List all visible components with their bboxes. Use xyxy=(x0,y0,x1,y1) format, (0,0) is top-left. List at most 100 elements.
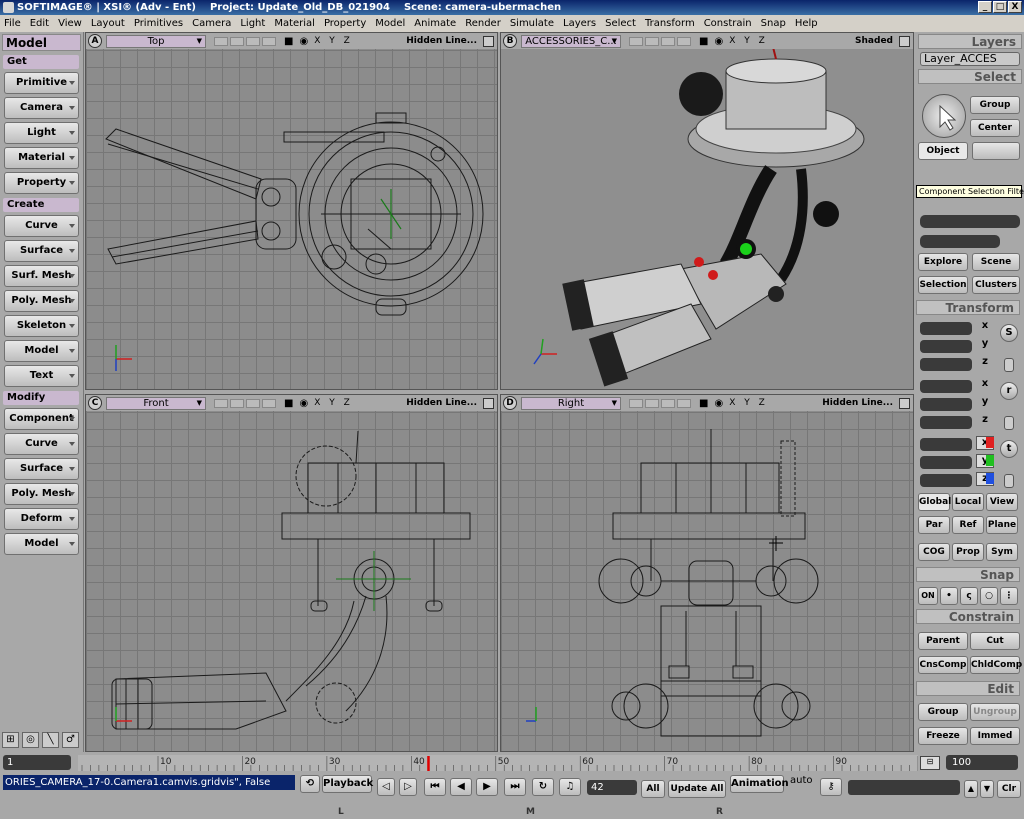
snap-curve-icon[interactable]: ς xyxy=(960,587,978,605)
explore-button[interactable]: Explore xyxy=(918,253,968,271)
transform-sx-field[interactable] xyxy=(920,322,972,335)
parent-button[interactable]: Parent xyxy=(918,632,968,650)
clear-button[interactable]: Clr xyxy=(997,780,1021,798)
menu-material[interactable]: Material xyxy=(274,18,315,29)
transform-s-toggle[interactable]: S xyxy=(1000,324,1018,342)
snap-on-button[interactable]: ON xyxy=(918,587,938,605)
xyz-toggle[interactable]: X Y Z xyxy=(314,398,353,408)
transform-ty-field[interactable] xyxy=(920,456,972,469)
menu-primitives[interactable]: Primitives xyxy=(134,18,183,29)
all-button[interactable]: All xyxy=(641,780,665,798)
selection-button[interactable]: Selection xyxy=(918,276,968,294)
get-primitive-button[interactable]: Primitive xyxy=(4,72,79,94)
animation-field[interactable] xyxy=(848,780,960,795)
animate-toolbar-icon[interactable]: ♂ xyxy=(62,732,79,748)
transform-sz-field[interactable] xyxy=(920,358,972,371)
select-group-button[interactable]: Group xyxy=(970,96,1020,114)
transform-s-y-label[interactable]: y xyxy=(976,338,994,352)
key-icon[interactable]: ⚷ xyxy=(820,778,842,796)
transform-r-x-label[interactable]: x xyxy=(976,378,994,392)
create-surf-mesh-button[interactable]: Surf. Mesh xyxy=(4,265,79,287)
memo-slot[interactable] xyxy=(262,398,276,408)
eye-icon[interactable]: ◉ xyxy=(299,36,308,47)
render-toolbar-icon[interactable]: ◎ xyxy=(22,732,39,748)
select-filter-button[interactable] xyxy=(972,142,1020,160)
prop-button[interactable]: Prop xyxy=(952,543,984,561)
first-frame-icon[interactable]: ⏮ xyxy=(424,778,446,796)
transform-t-toggle[interactable]: t xyxy=(1000,440,1018,458)
transform-t-options-icon[interactable] xyxy=(1004,474,1014,488)
memo-slot[interactable] xyxy=(645,398,659,408)
menu-animate[interactable]: Animate xyxy=(414,18,456,29)
memo-slot[interactable] xyxy=(230,398,244,408)
menu-constrain[interactable]: Constrain xyxy=(704,18,752,29)
camera-icon[interactable]: ■ xyxy=(284,398,293,409)
current-layer-field[interactable]: Layer_ACCES xyxy=(920,52,1020,66)
maximize-viewport-icon[interactable] xyxy=(899,397,910,409)
viewport-a-display-mode[interactable]: Hidden Line... xyxy=(406,36,477,46)
maximize-viewport-icon[interactable] xyxy=(483,35,494,47)
menu-model[interactable]: Model xyxy=(375,18,405,29)
memo-slot[interactable] xyxy=(645,36,659,46)
close-button[interactable]: X xyxy=(1008,1,1022,13)
memo-slot[interactable] xyxy=(661,36,675,46)
step-back-icon[interactable]: ◀ xyxy=(450,778,472,796)
create-skeleton-button[interactable]: Skeleton xyxy=(4,315,79,337)
create-text-button[interactable]: Text xyxy=(4,365,79,387)
command-line[interactable]: ORIES_CAMERA_17-0.Camera1.camvis.gridvis… xyxy=(3,775,295,790)
viewport-a-camera-menu[interactable]: Top xyxy=(106,34,206,48)
current-frame-field[interactable]: 42 xyxy=(587,780,637,795)
viewport-b-letter[interactable]: B xyxy=(503,34,517,48)
transform-s-z-label[interactable]: z xyxy=(976,356,994,370)
transform-ry-field[interactable] xyxy=(920,398,972,411)
camera-icon[interactable]: ■ xyxy=(699,36,708,47)
paint-toolbar-icon[interactable]: ╲ xyxy=(42,732,59,748)
viewport-c-display-mode[interactable]: Hidden Line... xyxy=(406,398,477,408)
menu-edit[interactable]: Edit xyxy=(30,18,49,29)
sym-button[interactable]: Sym xyxy=(986,543,1018,561)
select-object-button[interactable]: Object xyxy=(918,142,968,160)
viewport-c-camera-menu[interactable]: Front xyxy=(106,396,206,410)
down-arrow-icon[interactable]: ▼ xyxy=(980,780,994,798)
menu-simulate[interactable]: Simulate xyxy=(510,18,554,29)
model-toolbar-icon[interactable]: ⊞ xyxy=(2,732,19,748)
memo-slot[interactable] xyxy=(214,398,228,408)
memo-slot[interactable] xyxy=(677,36,691,46)
par-button[interactable]: Par xyxy=(918,516,950,534)
menu-property[interactable]: Property xyxy=(324,18,366,29)
loop-icon[interactable]: ↻ xyxy=(532,778,554,796)
memo-slot[interactable] xyxy=(629,36,643,46)
menu-file[interactable]: File xyxy=(4,18,21,29)
selection-field-2[interactable] xyxy=(920,235,1000,248)
select-center-button[interactable]: Center xyxy=(970,119,1020,137)
next-key-icon[interactable]: ▷ xyxy=(399,778,417,796)
modify-model-button[interactable]: Model xyxy=(4,533,79,555)
eye-icon[interactable]: ◉ xyxy=(299,398,308,409)
snap-grid-icon[interactable]: ⋮ xyxy=(1000,587,1018,605)
xyz-toggle[interactable]: X Y Z xyxy=(314,36,353,46)
memo-slot[interactable] xyxy=(246,398,260,408)
memo-slot[interactable] xyxy=(629,398,643,408)
modify-curve-button[interactable]: Curve xyxy=(4,433,79,455)
timeline-ruler[interactable]: 10 20 30 40 50 60 70 80 90 xyxy=(78,752,918,774)
transform-tx-field[interactable] xyxy=(920,438,972,451)
snap-surface-icon[interactable]: ○ xyxy=(980,587,998,605)
up-arrow-icon[interactable]: ▲ xyxy=(964,780,978,798)
camera-icon[interactable]: ■ xyxy=(284,36,293,47)
select-arrow-icon[interactable] xyxy=(922,94,966,138)
ref-button[interactable]: Ref xyxy=(952,516,984,534)
create-surface-button[interactable]: Surface xyxy=(4,240,79,262)
viewport-front[interactable]: C Front ■ ◉ X Y Z Hidden Line... xyxy=(85,394,498,752)
memo-slot[interactable] xyxy=(214,36,228,46)
menu-render[interactable]: Render xyxy=(465,18,501,29)
maximize-viewport-icon[interactable] xyxy=(483,397,494,409)
audio-icon[interactable]: ♫ xyxy=(559,778,581,796)
freeze-button[interactable]: Freeze xyxy=(918,727,968,745)
transform-s-x-label[interactable]: x xyxy=(976,320,994,334)
viewport-d-camera-menu[interactable]: Right xyxy=(521,396,621,410)
local-button[interactable]: Local xyxy=(952,493,984,511)
last-frame-icon[interactable]: ⏭ xyxy=(504,778,526,796)
modify-surface-button[interactable]: Surface xyxy=(4,458,79,480)
eye-icon[interactable]: ◉ xyxy=(714,36,723,47)
playback-menu[interactable]: Playback xyxy=(322,775,373,793)
